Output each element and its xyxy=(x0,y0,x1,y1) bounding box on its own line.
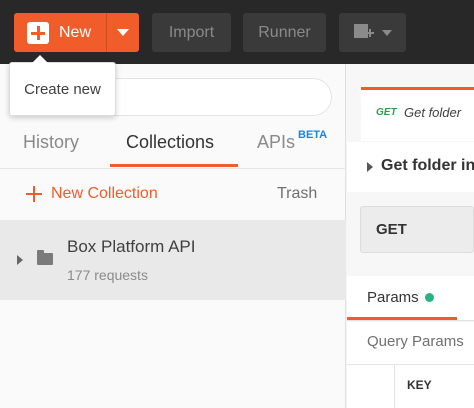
plus-icon xyxy=(27,21,49,44)
top-toolbar: New Import Runner xyxy=(0,0,474,64)
chevron-down-icon xyxy=(381,29,392,36)
request-subtabs: Params xyxy=(347,276,474,321)
new-button-label: New xyxy=(59,23,92,41)
request-tab[interactable]: GET Get folder xyxy=(361,87,474,141)
request-title-row: Get folder in xyxy=(347,142,474,192)
plus-icon xyxy=(26,186,42,202)
tab-collections[interactable]: Collections xyxy=(126,132,214,153)
new-dropdown-button[interactable] xyxy=(107,13,139,52)
request-tab-name: Get folder xyxy=(404,105,462,120)
collection-item[interactable]: Box Platform API 177 requests xyxy=(0,220,346,300)
status-dot xyxy=(424,293,434,302)
params-table-header: KEY xyxy=(347,364,474,408)
collection-request-count: 177 requests xyxy=(67,267,148,283)
tooltip-text: Create new xyxy=(24,80,101,98)
params-label: Params xyxy=(367,289,419,306)
sidebar-tabs: History Collections APIs BETA xyxy=(0,126,346,170)
tooltip-arrow xyxy=(32,55,48,63)
new-button-group: New xyxy=(14,13,139,52)
query-params-label: Query Params xyxy=(367,333,464,350)
folder-icon xyxy=(37,250,53,265)
request-pane: GET Get folder Get folder in GET Params … xyxy=(347,64,474,408)
beta-badge: BETA xyxy=(298,129,328,141)
key-column-header: KEY xyxy=(407,378,432,392)
method-value: GET xyxy=(376,221,407,238)
request-tab-method: GET xyxy=(376,107,397,118)
new-window-button[interactable] xyxy=(339,13,406,52)
active-tab-indicator xyxy=(110,164,238,167)
new-button[interactable]: New xyxy=(14,13,106,52)
runner-button[interactable]: Runner xyxy=(243,13,326,52)
request-title: Get folder in xyxy=(381,157,474,174)
import-button[interactable]: Import xyxy=(152,13,231,52)
active-tab-indicator xyxy=(347,317,457,320)
method-select[interactable]: GET xyxy=(360,206,474,253)
query-params-section: Query Params xyxy=(347,322,474,364)
tab-history[interactable]: History xyxy=(23,132,79,153)
tab-params[interactable]: Params xyxy=(367,289,434,306)
trash-button[interactable]: Trash xyxy=(277,185,317,203)
create-new-tooltip: Create new xyxy=(9,55,116,116)
chevron-right-icon[interactable] xyxy=(17,255,23,265)
tabs-divider xyxy=(0,168,346,169)
new-collection-label: New Collection xyxy=(51,185,158,202)
tab-apis[interactable]: APIs xyxy=(257,132,295,153)
checkbox-column xyxy=(347,365,395,408)
chevron-right-icon[interactable] xyxy=(367,162,373,172)
chevron-down-icon xyxy=(117,29,129,36)
new-collection-button[interactable]: New Collection xyxy=(26,185,158,203)
collection-name: Box Platform API xyxy=(67,237,196,256)
new-window-icon xyxy=(353,23,374,42)
